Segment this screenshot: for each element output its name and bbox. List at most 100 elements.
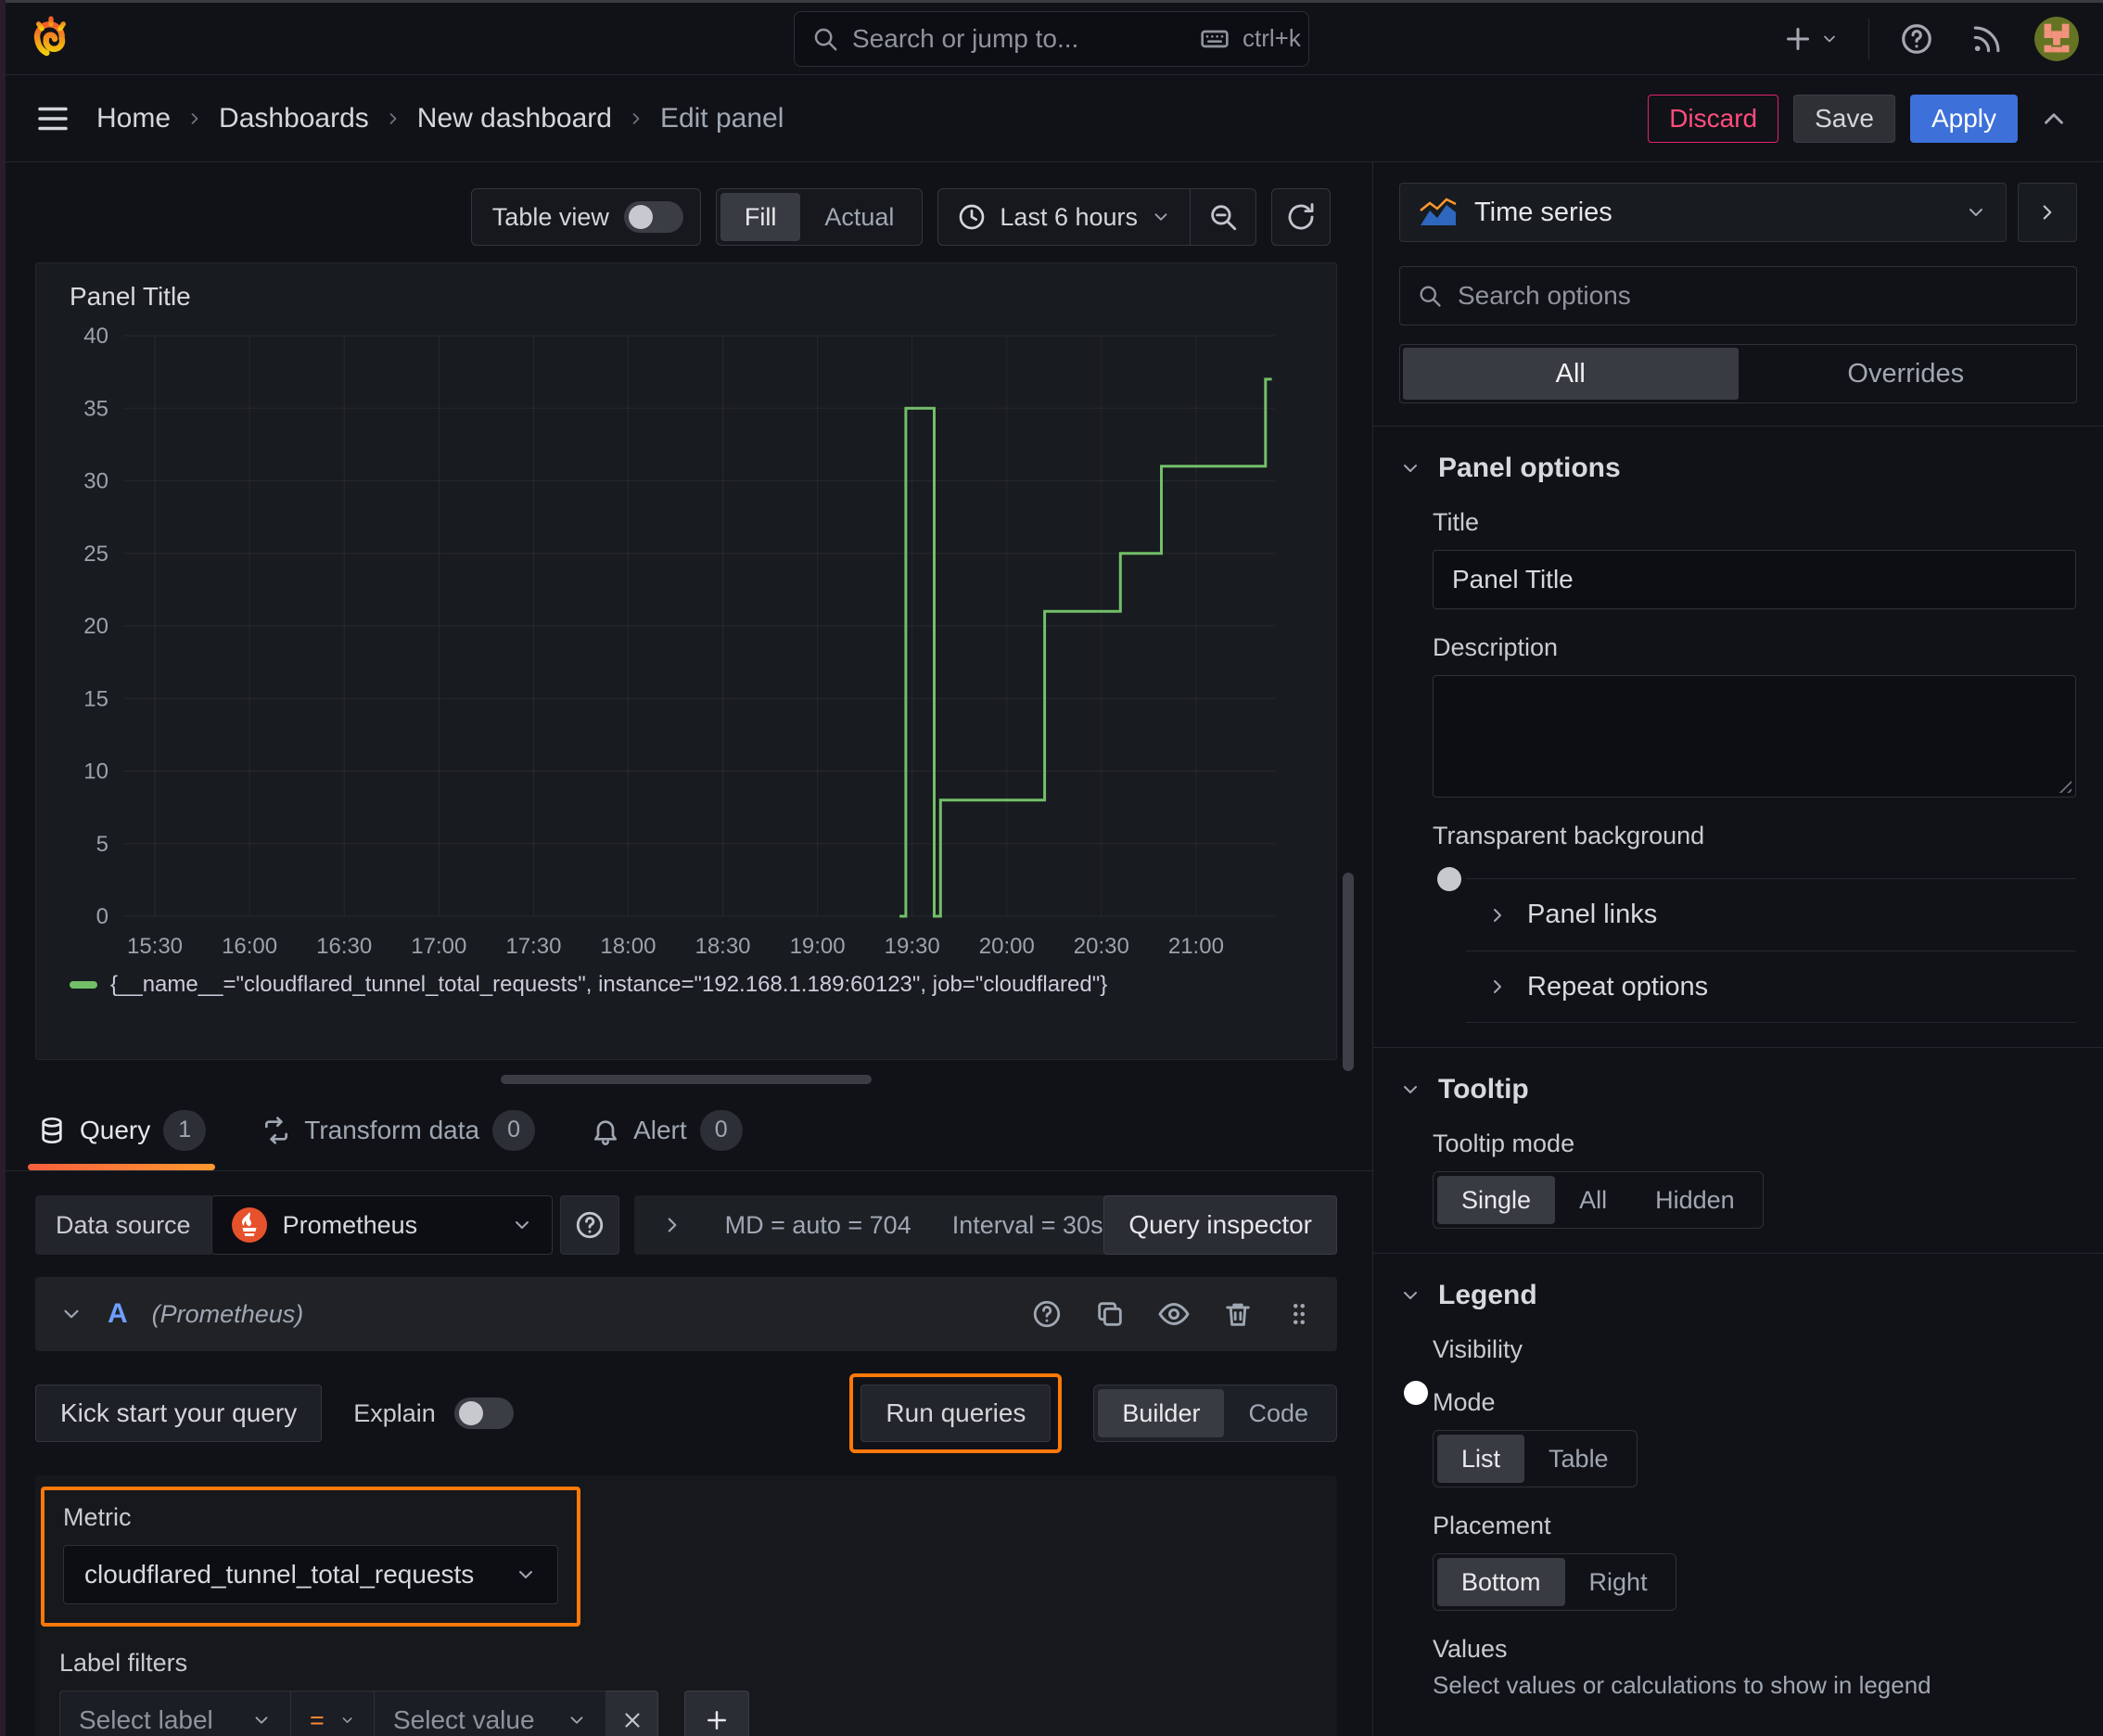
search-input[interactable] [852,23,1187,54]
legend-series-name[interactable]: {__name__="cloudflared_tunnel_total_requ… [110,972,1107,998]
save-button[interactable]: Save [1793,94,1895,143]
datasource-picker[interactable]: Prometheus [210,1195,553,1255]
toggle-visibility-icon[interactable] [1157,1297,1191,1331]
tooltip-mode-segmented: Single All Hidden [1433,1171,1764,1229]
tab-alert[interactable]: Alert 0 [591,1090,743,1170]
svg-text:20:00: 20:00 [979,934,1035,959]
svg-text:5: 5 [96,832,108,857]
code-option[interactable]: Code [1224,1389,1332,1437]
metric-select[interactable]: cloudflared_tunnel_total_requests [63,1545,558,1604]
repeat-options-label: Repeat options [1527,971,1709,1002]
select-label-dropdown[interactable]: Select label [59,1691,291,1736]
add-new-button[interactable] [1776,17,1844,61]
news-button[interactable] [1964,16,2010,62]
fill-option[interactable]: Fill [720,193,801,241]
panel-resize-handle[interactable] [501,1075,872,1084]
chevron-down-icon [1154,213,1167,221]
help-button[interactable] [1893,16,1940,62]
chevron-down-icon [570,1717,583,1724]
transparent-background-label: Transparent background [1433,822,1705,849]
editor-tabs: Query 1 Transform data 0 Alert 0 [0,1090,1372,1171]
tab-query[interactable]: Query 1 [27,1090,216,1170]
grafana-logo-icon[interactable] [24,12,78,66]
chevron-down-icon[interactable] [59,1302,83,1326]
time-range-picker[interactable]: Last 6 hours [938,189,1190,245]
prometheus-icon [231,1207,267,1243]
time-range-control: Last 6 hours [937,188,1256,246]
collapse-header-button[interactable] [2033,97,2075,140]
explain-toggle[interactable] [453,1398,514,1429]
drag-handle-icon[interactable] [1285,1300,1313,1328]
tooltip-mode-hidden[interactable]: Hidden [1631,1176,1759,1224]
search-icon [811,25,839,53]
tab-overrides[interactable]: Overrides [1739,348,2074,400]
legend-mode-table[interactable]: Table [1524,1435,1633,1483]
interval-stat: Interval = 30s [951,1210,1103,1239]
description-label: Description [1433,633,1559,661]
panel-title-input[interactable] [1433,550,2076,609]
menu-toggle-button[interactable] [28,94,78,144]
tab-all[interactable]: All [1403,348,1739,400]
legend-placement-right[interactable]: Right [1565,1558,1672,1606]
vertical-scrollbar[interactable] [1343,873,1354,1071]
tab-query-count: 1 [163,1109,207,1151]
legend-mode-list[interactable]: List [1437,1435,1525,1483]
query-row-header[interactable]: A (Prometheus) [35,1277,1337,1351]
database-icon [42,1117,62,1143]
user-avatar[interactable] [2034,16,2079,61]
kick-start-query-button[interactable]: Kick start your query [35,1385,323,1442]
repeat-options-row[interactable]: Repeat options [1466,951,2076,1023]
builder-option[interactable]: Builder [1098,1389,1225,1437]
breadcrumb-home[interactable]: Home [96,103,171,134]
time-series-chart[interactable]: 0 5 10 15 20 25 30 35 40 15:30 16:00 16:30 17:00 17:3… [57,321,1316,970]
zoom-out-icon [1211,205,1237,231]
fill-actual-segmented: Fill Actual [715,188,924,246]
select-label-placeholder: Select label [79,1705,213,1734]
options-search-input[interactable] [1458,281,2059,311]
options-search[interactable] [1399,266,2077,326]
query-inspector-button[interactable]: Query inspector [1103,1195,1337,1255]
chevron-right-icon [191,112,198,124]
query-toolbar: Kick start your query Explain Run querie… [35,1351,1337,1475]
apply-button[interactable]: Apply [1909,94,2018,143]
breadcrumb-edit-panel: Edit panel [659,102,784,134]
svg-text:16:00: 16:00 [222,934,277,959]
remove-filter-button[interactable] [606,1691,658,1736]
breadcrumb-dashboards[interactable]: Dashboards [219,103,369,134]
actual-option[interactable]: Actual [800,193,918,241]
chart-legend: {__name__="cloudflared_tunnel_total_requ… [57,972,1316,998]
global-search[interactable]: ctrl+k [794,10,1309,67]
table-view-toggle[interactable] [623,201,683,233]
legend-placement-segmented: Bottom Right [1433,1553,1676,1611]
panel-description-textarea[interactable] [1433,675,2076,798]
panel-links-row[interactable]: Panel links [1466,878,2076,951]
legend-section: Legend Visibility Mode List Table Placem… [1373,1253,2103,1724]
delete-query-icon[interactable] [1222,1298,1254,1330]
legend-header[interactable]: Legend [1373,1270,2103,1321]
collapse-options-pane-button[interactable] [2018,183,2077,242]
datasource-help-button[interactable] [559,1195,619,1255]
select-value-dropdown[interactable]: Select value [375,1691,606,1736]
duplicate-query-icon[interactable] [1094,1298,1126,1330]
legend-placement-bottom[interactable]: Bottom [1437,1558,1565,1606]
run-queries-button[interactable]: Run queries [860,1385,1052,1442]
breadcrumb-new-dashboard[interactable]: New dashboard [417,103,612,134]
panel-links-label: Panel links [1527,900,1658,929]
query-help-icon[interactable] [1031,1298,1063,1330]
operator-dropdown[interactable]: = [291,1691,375,1736]
panel-options-sidebar: Time series All Overrides Panel options [1372,162,2103,1736]
tooltip-mode-all[interactable]: All [1555,1176,1631,1224]
discard-button[interactable]: Discard [1648,94,1779,143]
tooltip-mode-single[interactable]: Single [1437,1176,1556,1224]
legend-series-swatch[interactable] [70,981,97,989]
time-range-label: Last 6 hours [1000,202,1138,231]
panel-preview[interactable]: Panel Title 0 5 10 15 20 25 30 35 40 15:30 16:00 16… [35,262,1337,1060]
refresh-button[interactable] [1271,188,1331,246]
visualization-picker[interactable]: Time series [1399,183,2007,242]
add-filter-button[interactable] [684,1691,749,1736]
panel-options-header[interactable]: Panel options [1373,443,2103,493]
tooltip-header[interactable]: Tooltip [1373,1065,2103,1115]
select-value-placeholder: Select value [393,1705,535,1734]
zoom-out-button[interactable] [1191,189,1255,245]
tab-transform-data[interactable]: Transform data 0 [261,1090,536,1170]
